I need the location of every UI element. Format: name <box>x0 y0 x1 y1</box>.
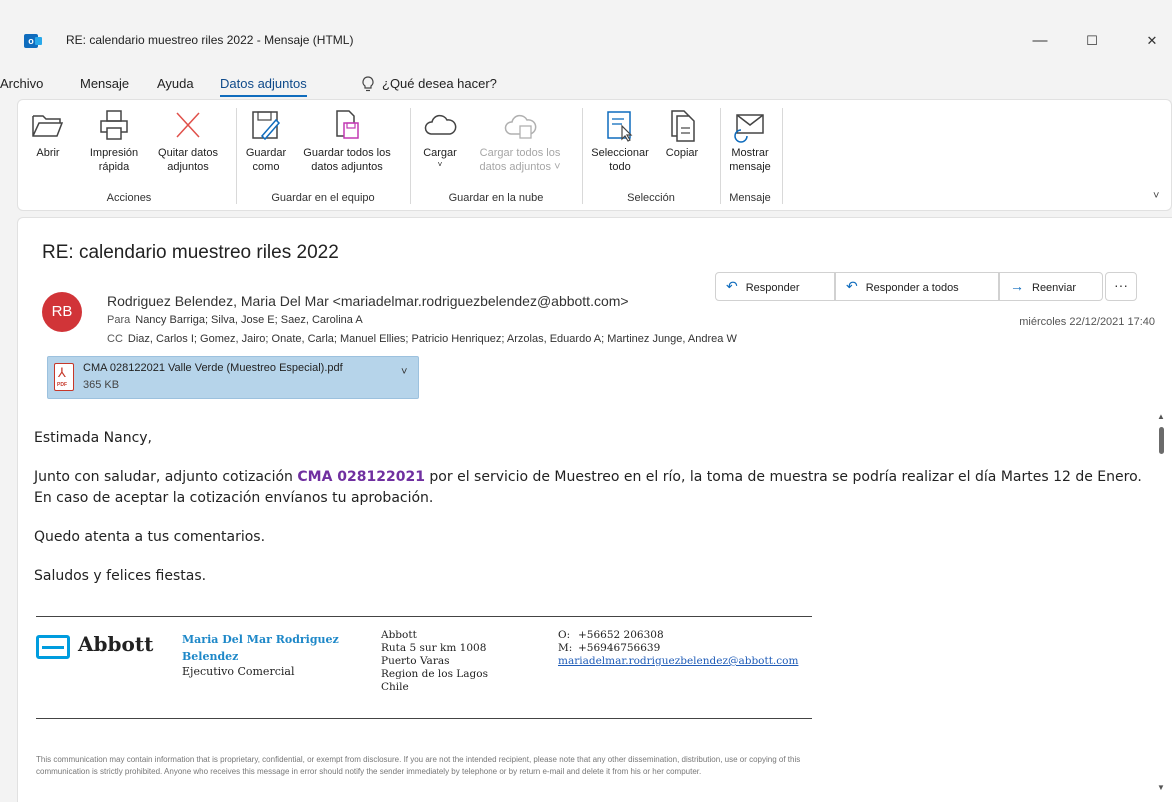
legal-disclaimer: This communication may contain informati… <box>36 755 801 776</box>
copy-icon <box>671 110 695 142</box>
ribbon-group-label: Selección <box>627 192 675 204</box>
ribbon-group-guardar-equipo: Guardar como Guardar todos los datos adj… <box>240 106 406 206</box>
envelope-icon <box>734 114 764 143</box>
menu-archivo[interactable]: Archivo <box>0 76 43 91</box>
company-logo-text: Abbott <box>78 632 154 656</box>
mobile-phone: +56946756639 <box>578 642 661 654</box>
more-actions-button[interactable]: ··· <box>1105 272 1137 301</box>
body-paragraph: Quedo atenta a tus comentarios. <box>34 529 266 545</box>
forward-arrow-icon: → <box>1010 278 1024 294</box>
ribbon-expand-icon[interactable]: ˅ <box>1153 190 1167 204</box>
quote-reference: CMA 028122021 <box>297 469 425 485</box>
scrollbar-thumb[interactable] <box>1159 427 1164 454</box>
printer-icon <box>100 110 128 140</box>
ribbon-group-label: Guardar en la nube <box>448 192 544 204</box>
forward-button[interactable]: → Reenviar <box>999 272 1103 301</box>
ribbon-group-acciones: Abrir Impresión rápida Quitar datos adju… <box>26 106 232 206</box>
ribbon-separator <box>720 108 721 204</box>
ribbon-separator <box>582 108 583 204</box>
office-phone: +56652 206308 <box>578 629 664 641</box>
signature-divider <box>36 616 812 617</box>
save-as-icon <box>252 111 281 141</box>
ribbon-separator <box>236 108 237 204</box>
attachment-card[interactable]: ⅄ PDF CMA 028122021 Valle Verde (Muestre… <box>47 356 419 399</box>
body-paragraph: Saludos y felices fiestas. <box>34 568 207 584</box>
signature-address: Abbott Ruta 5 sur km 1008 Puerto Varas R… <box>381 629 488 693</box>
body-paragraph: Junto con saludar, adjunto cotización CM… <box>34 469 1142 506</box>
open-button[interactable]: Abrir <box>26 106 70 160</box>
menu-bar: Archivo Mensaje Ayuda Datos adjuntos <box>0 72 1172 98</box>
body-greeting: Estimada Nancy, <box>34 430 153 446</box>
message-body: Estimada Nancy, Junto con saludar, adjun… <box>34 428 1154 605</box>
signature-contact: O: +56652 206308 M: +56946756639 mariadelm… <box>558 629 799 667</box>
signature-role: Ejecutivo Comercial <box>182 665 295 678</box>
reply-button[interactable]: ↶ Responder <box>715 272 835 301</box>
select-all-icon <box>607 111 633 142</box>
reply-all-icon: ↶ <box>846 278 858 294</box>
reply-icon: ↶ <box>726 278 738 294</box>
window-title: RE: calendario muestreo riles 2022 - Men… <box>66 33 354 47</box>
upload-button[interactable]: Cargar ˅ <box>414 106 466 170</box>
minimize-button[interactable]: — <box>1020 28 1060 54</box>
to-list[interactable]: Nancy Barriga; Silva, Jose E; Saez, Caro… <box>135 314 362 326</box>
cloud-save-icon <box>504 114 537 139</box>
pdf-icon: ⅄ PDF <box>54 363 74 391</box>
cc-list[interactable]: Diaz, Carlos I; Gomez, Jairo; Onate, Car… <box>128 333 737 345</box>
copy-button[interactable]: Copiar <box>658 106 706 160</box>
abbott-logo-icon <box>36 635 70 659</box>
remove-x-icon <box>176 112 200 138</box>
menu-mensaje[interactable]: Mensaje <box>80 76 129 91</box>
save-all-icon <box>336 110 359 139</box>
reply-all-button[interactable]: ↶ Responder a todos <box>835 272 999 301</box>
cloud-icon <box>424 114 457 135</box>
message-date: miércoles 22/12/2021 17:40 <box>1019 316 1155 328</box>
attachment-size: 365 KB <box>83 379 120 391</box>
ribbon-group-guardar-nube: Cargar ˅ Cargar todos los datos adjuntos… <box>414 106 578 206</box>
quick-print-button[interactable]: Impresión rápida <box>82 106 146 174</box>
scroll-up-arrow-icon[interactable]: ▲ <box>1157 412 1165 421</box>
lightbulb-icon[interactable] <box>360 75 376 93</box>
folder-open-icon <box>32 115 64 137</box>
recipients-cc: CC Diaz, Carlos I; Gomez, Jairo; Onate, C… <box>107 333 737 345</box>
chevron-down-icon[interactable]: ˅ <box>401 366 407 378</box>
upload-all-attachments-button[interactable]: Cargar todos los datos adjuntos ˅ <box>466 106 574 174</box>
signature-divider <box>36 718 812 719</box>
ribbon-group-label: Acciones <box>106 192 152 204</box>
message-subject: RE: calendario muestreo riles 2022 <box>42 242 339 263</box>
avatar[interactable]: RB <box>42 292 82 332</box>
ribbon-group-mensaje: Mostrar mensaje Mensaje <box>722 106 778 206</box>
outlook-icon: o <box>24 34 42 48</box>
signature-email-link[interactable]: mariadelmar.rodriguezbelendez@abbott.com <box>558 655 798 667</box>
ribbon: Abrir Impresión rápida Quitar datos adju… <box>17 99 1172 211</box>
ribbon-separator <box>410 108 411 204</box>
ribbon-group-seleccion: Seleccionar todo Copiar Selección <box>586 106 716 206</box>
maximize-button[interactable]: ☐ <box>1072 28 1112 54</box>
ribbon-separator <box>782 108 783 204</box>
menu-ayuda[interactable]: Ayuda <box>157 76 194 91</box>
tell-me-search[interactable]: ¿Qué desea hacer? <box>382 76 497 91</box>
ribbon-group-label: Guardar en el equipo <box>271 192 375 204</box>
signature-name: Maria Del Mar Rodriguez Belendez <box>182 633 339 663</box>
recipients-to: Para Nancy Barriga; Silva, Jose E; Saez, … <box>107 314 363 326</box>
sender[interactable]: Rodriguez Belendez, Maria Del Mar <maria… <box>107 293 685 309</box>
remove-attachments-button[interactable]: Quitar datos adjuntos <box>152 106 224 174</box>
close-button[interactable]: ✕ <box>1132 28 1172 54</box>
ribbon-group-label: Mensaje <box>729 192 771 204</box>
title-bar: o RE: calendario muestreo riles 2022 - M… <box>0 0 1172 52</box>
scroll-down-arrow-icon[interactable]: ▼ <box>1157 783 1165 792</box>
menu-datos-adjuntos[interactable]: Datos adjuntos <box>220 76 307 97</box>
select-all-button[interactable]: Seleccionar todo <box>586 106 654 174</box>
reading-pane: RE: calendario muestreo riles 2022 RB Ro… <box>17 217 1172 802</box>
save-all-attachments-button[interactable]: Guardar todos los datos adjuntos <box>292 106 402 174</box>
save-as-button[interactable]: Guardar como <box>240 106 292 174</box>
show-message-button[interactable]: Mostrar mensaje <box>722 106 778 174</box>
attachment-name: CMA 028122021 Valle Verde (Muestreo Espe… <box>83 362 343 374</box>
